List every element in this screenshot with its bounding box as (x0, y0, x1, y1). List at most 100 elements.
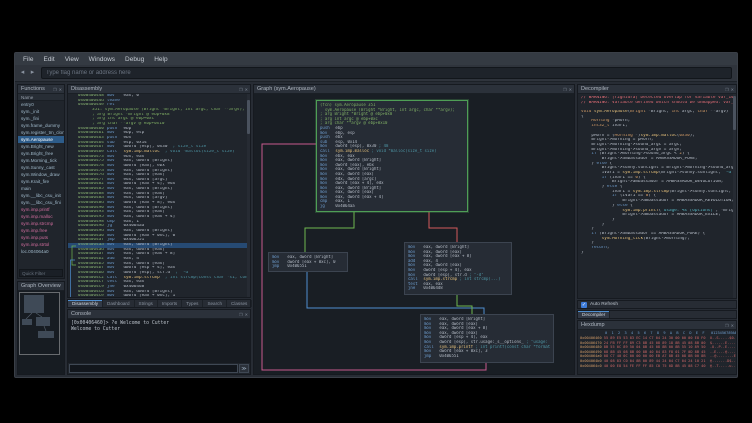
tab-disassembly[interactable]: Disassembly (68, 300, 103, 307)
function-list-item[interactable]: loc.004064a0 (18, 248, 64, 255)
tab-strings[interactable]: Strings (135, 300, 158, 307)
tab-imports[interactable]: Imports (158, 300, 182, 307)
hexdump-row[interactable]: 0x004064c0 40 00 E8 54 FE FF FF 85 C0 75… (580, 364, 736, 369)
hexdump-panel-title: Hexdump (578, 321, 736, 330)
hexdump-listing[interactable]: 0 1 2 3 4 5 6 7 8 9 A B C D E F 01234567… (578, 330, 736, 374)
graph-edge-true (305, 210, 354, 252)
auto-refresh-label: Auto Refresh (590, 302, 618, 307)
tab-types[interactable]: Types (182, 300, 203, 307)
tab-classes[interactable]: Classes (227, 300, 252, 307)
close-icon[interactable]: ✕ (731, 87, 734, 92)
function-list-item[interactable]: sym.Morning_tick (18, 157, 64, 164)
decompiler-line: void sym.Aeropause(Bright *Bright, int a… (581, 110, 733, 115)
hexdump-panel: Hexdump ❐✕ 0 1 2 3 4 5 6 7 8 9 A B C D E… (577, 320, 737, 375)
decompiler-scrollbar[interactable] (733, 94, 736, 298)
functions-panel: Functions ❐✕ Name entry0sym._initsym._fi… (17, 84, 65, 279)
graph-node[interactable]: mov eax, dword [Bright]mov eax, dword [e… (404, 242, 512, 295)
close-icon[interactable]: ✕ (59, 87, 62, 92)
console-panel-title: Console (68, 310, 250, 319)
decompiler-code[interactable]: // WARNING: [r2ghidra] Detected overlap … (578, 94, 733, 298)
function-list-item[interactable]: sym.Sunny_cast (18, 164, 64, 171)
menu-item-edit[interactable]: Edit (38, 56, 59, 63)
forward-icon[interactable]: ▸ (28, 68, 37, 78)
graph-panel-title: Graph (sym.Aeropause) (254, 85, 574, 94)
decompiler-panel-title: Decompiler (578, 85, 736, 94)
quick-filter-input[interactable] (19, 269, 63, 277)
float-icon[interactable]: ❐ (53, 87, 57, 92)
function-list-item[interactable]: sym.frame_dummy (18, 122, 64, 129)
function-list-item[interactable]: sym.imp.malloc (18, 213, 64, 220)
function-list-item[interactable]: sym.__libc_csu_init (18, 192, 64, 199)
menu-item-file[interactable]: File (18, 56, 38, 63)
decompiler-controls: ✓ Auto Refresh (577, 300, 737, 309)
graph-canvas[interactable]: (fcn) sym.Aeropause 351 sym.Aeropause (B… (254, 94, 574, 374)
graph-node-line: jmp 0x406551 (424, 354, 550, 359)
function-list-item[interactable]: sym.Aeropause (18, 136, 64, 143)
console-run-button[interactable]: ≫ (239, 364, 249, 373)
auto-refresh-checkbox[interactable]: ✓ (581, 302, 587, 308)
graph-node[interactable]: mov eax, dword [Bright]mov eax, dword [e… (420, 314, 554, 363)
console-line: Welcome to Cutter (71, 327, 247, 333)
console-output[interactable]: [0x00406460]> ?e Welcome to CutterWelcom… (68, 319, 250, 363)
function-list-item[interactable]: entry0 (18, 101, 64, 108)
toolbar: ◂ ▸ (15, 65, 737, 82)
function-list-item[interactable]: sym.Krait_fire (18, 178, 64, 185)
function-list-item[interactable]: sym.Window_draw (18, 171, 64, 178)
function-list-item[interactable]: sym.imp.puts (18, 234, 64, 241)
float-icon[interactable]: ❐ (239, 312, 243, 317)
tab-decompiler[interactable]: Decompiler (578, 311, 610, 318)
function-list-item[interactable]: sym._fini (18, 115, 64, 122)
menu-item-view[interactable]: View (60, 56, 84, 63)
float-icon[interactable]: ❐ (239, 87, 243, 92)
console-input[interactable] (69, 364, 238, 373)
graph-overview-minimap[interactable] (18, 291, 64, 374)
graph-node-line: jg 0x4064aa (320, 204, 464, 209)
disassembly-panel: Disassembly ❐✕ 0x00406448mov eax, 00x004… (67, 84, 251, 298)
minimap-graphic (18, 291, 64, 375)
back-icon[interactable]: ◂ (18, 68, 27, 78)
menu-item-debug[interactable]: Debug (120, 56, 149, 63)
function-list-item[interactable]: sym.imp.strtol (18, 241, 64, 248)
graph-panel: Graph (sym.Aeropause) ❐✕ (fcn) sym.Aerop… (253, 84, 575, 375)
main-tabstrip: DisassemblyDashboardStringsImportsTypesS… (67, 299, 251, 308)
function-list-item[interactable]: sym.imp.printf (18, 206, 64, 213)
function-list-item[interactable]: sym._init (18, 108, 64, 115)
search-input[interactable] (41, 67, 732, 79)
graph-node[interactable]: mov eax, dword [Bright]mov dword [eax + … (268, 252, 348, 272)
graph-node-line: jne 0x4064d8 (408, 286, 508, 291)
disassembly-panel-title: Disassembly (68, 85, 250, 94)
decompiler-tabstrip: Decompiler (577, 310, 737, 319)
decompiler-line: // WARNING: Variable defined which shoul… (581, 101, 733, 106)
disassembly-listing[interactable]: 0x00406448mov eax, 00x0040644dleave 0x00… (68, 94, 247, 297)
functions-list: entry0sym._initsym._finisym.frame_dummys… (18, 101, 64, 267)
functions-column-header[interactable]: Name (18, 94, 64, 101)
decompiler-line: } (581, 251, 733, 256)
function-list-item[interactable]: sym.Bright_free (18, 150, 64, 157)
disasm-line[interactable]: 0x004064cemov dword [eax + 0xc], 1 (68, 294, 247, 297)
menu-item-windows[interactable]: Windows (84, 56, 120, 63)
function-list-item[interactable]: sym.Bright_new (18, 143, 64, 150)
close-icon[interactable]: ✕ (245, 87, 248, 92)
function-list-item[interactable]: sym.__libc_csu_fini (18, 199, 64, 206)
decompiler-panel: Decompiler ❐✕ // WARNING: [r2ghidra] Det… (577, 84, 737, 299)
float-icon[interactable]: ❐ (563, 87, 567, 92)
console-panel: Console ❐✕ [0x00406460]> ?e Welcome to C… (67, 309, 251, 375)
menubar: FileEditViewWindowsDebugHelp (15, 53, 737, 65)
graph-node[interactable]: (fcn) sym.Aeropause 351 sym.Aeropause (B… (316, 100, 468, 212)
function-list-item[interactable]: main (18, 185, 64, 192)
close-icon[interactable]: ✕ (731, 323, 734, 328)
graph-overview-title: Graph Overview (18, 282, 64, 291)
float-icon[interactable]: ❐ (725, 87, 729, 92)
function-list-item[interactable]: sym.imp.strcmp (18, 220, 64, 227)
menu-item-help[interactable]: Help (149, 56, 172, 63)
float-icon[interactable]: ❐ (725, 323, 729, 328)
cutter-window: FileEditViewWindowsDebugHelp ◂ ▸ Functio… (14, 52, 738, 378)
close-icon[interactable]: ✕ (245, 312, 248, 317)
tab-dashboard[interactable]: Dashboard (103, 300, 134, 307)
function-list-item[interactable]: sym.imp.free (18, 227, 64, 234)
close-icon[interactable]: ✕ (569, 87, 572, 92)
graph-edge-false (429, 210, 457, 242)
tab-search[interactable]: Search (203, 300, 227, 307)
disassembly-scrollbar[interactable] (247, 94, 250, 297)
function-list-item[interactable]: sym.register_tm_clones (18, 129, 64, 136)
